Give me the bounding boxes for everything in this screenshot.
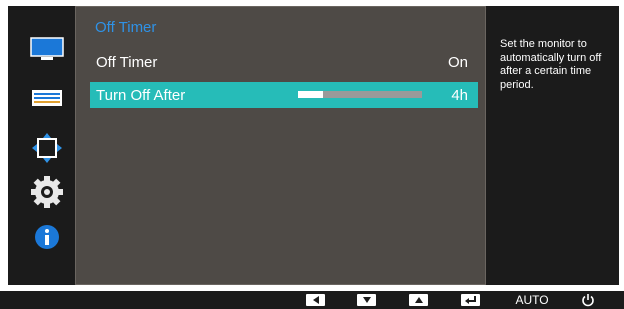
turn-off-after-slider[interactable]	[298, 91, 422, 98]
auto-button[interactable]: AUTO	[514, 293, 550, 307]
menu-item-off-timer[interactable]: Off Timer On	[90, 49, 478, 75]
slider-fill	[298, 91, 323, 98]
power-icon[interactable]	[580, 294, 596, 307]
down-arrow-icon[interactable]	[357, 294, 376, 306]
menu-item-value: 4h	[451, 86, 468, 104]
onscreen-display-icon[interactable]	[30, 83, 64, 113]
help-panel: Set the monitor to automatically turn of…	[486, 6, 619, 285]
enter-icon[interactable]	[461, 294, 480, 306]
up-arrow-icon[interactable]	[409, 294, 428, 306]
menu-panel: Off Timer Off Timer On Turn Off After 4h	[75, 6, 486, 285]
help-text: Set the monitor to automatically turn of…	[500, 38, 602, 91]
sidebar	[8, 6, 75, 285]
picture-monitor-icon[interactable]	[30, 34, 64, 64]
control-bar: AUTO	[0, 291, 624, 309]
menu-title: Off Timer	[95, 19, 157, 36]
menu-item-label: Turn Off After	[96, 86, 186, 104]
menu-item-value: On	[447, 53, 468, 71]
menu-item-label: Off Timer	[96, 53, 158, 71]
info-icon[interactable]	[30, 222, 64, 252]
menu-item-turn-off-after[interactable]: Turn Off After 4h	[90, 82, 478, 108]
left-arrow-icon[interactable]	[306, 294, 325, 306]
position-size-icon[interactable]	[30, 133, 64, 163]
gear-icon[interactable]	[30, 176, 64, 208]
